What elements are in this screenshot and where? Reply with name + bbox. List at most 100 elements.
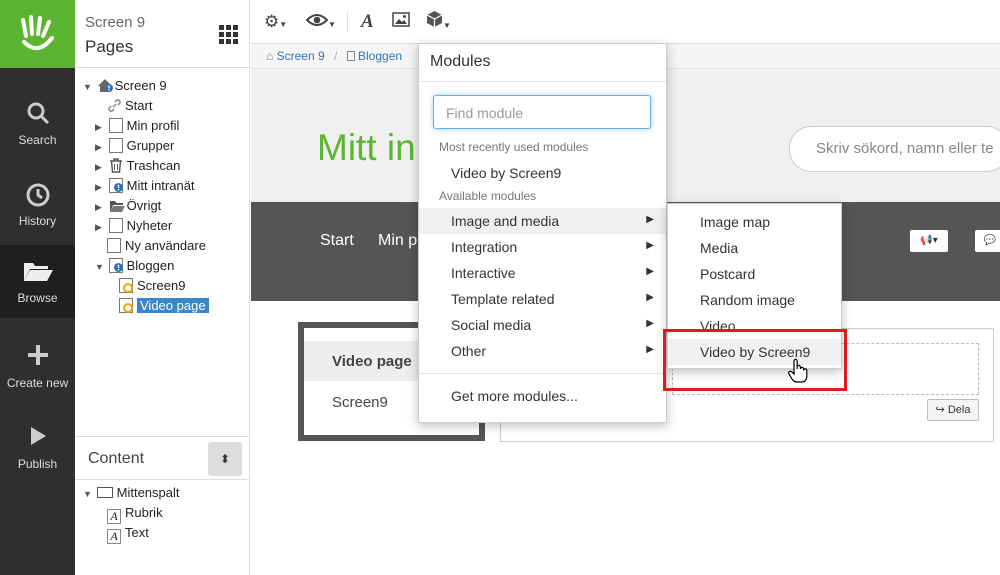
module-category-integration[interactable]: Integration ▶ <box>419 234 666 260</box>
module-category-social-media[interactable]: Social media ▶ <box>419 312 666 338</box>
menu-item-label: Interactive <box>451 265 516 281</box>
view-menu-button[interactable]: ▼ <box>305 10 336 34</box>
folder-open-icon <box>0 259 75 287</box>
nav-browse[interactable]: Browse <box>0 245 75 318</box>
sort-icon: ⬍ <box>219 452 231 466</box>
nav-create-new[interactable]: Create new <box>0 330 75 403</box>
nav-history[interactable]: History <box>0 168 75 241</box>
page-info-icon <box>108 178 123 193</box>
pages-title: Pages <box>85 37 134 56</box>
main-nav: Search History Browse Create new Publish <box>0 0 75 575</box>
content-item-text[interactable]: A Text <box>107 523 149 544</box>
recent-module-item[interactable]: Video by Screen9 <box>419 160 666 186</box>
site-search-input[interactable]: Skriv sökord, namn eller te <box>789 126 1000 172</box>
page-icon <box>346 51 355 61</box>
caret-down-icon[interactable]: ▼ <box>83 484 93 504</box>
caret-down-icon[interactable]: ▼ <box>95 257 105 277</box>
caret-down-icon: ▼ <box>279 20 288 29</box>
tree-item-mitt-intranat[interactable]: ▶ Mitt intranät <box>95 176 195 196</box>
module-category-interactive[interactable]: Interactive ▶ <box>419 260 666 286</box>
play-icon <box>0 425 75 453</box>
tree-item-ovrigt[interactable]: ▶ Övrigt <box>95 196 161 216</box>
page-draft-icon <box>119 278 133 293</box>
site-menu-item-start[interactable]: Start <box>320 232 354 250</box>
tree-item-label: Mitt intranät <box>126 178 195 193</box>
caret-right-icon[interactable]: ▶ <box>95 137 105 157</box>
available-modules-heading: Available modules <box>439 189 537 203</box>
module-random-image[interactable]: Random image <box>668 287 841 313</box>
caret-right-icon[interactable]: ▶ <box>95 117 105 137</box>
tree-item-screen-9[interactable]: ▼ Screen 9 <box>83 76 167 96</box>
link-icon <box>107 98 121 113</box>
tree-item-bloggen[interactable]: ▼ Bloggen <box>95 256 174 276</box>
hand-cursor-icon <box>788 358 808 384</box>
tree-item-start[interactable]: Start <box>107 96 152 116</box>
announcement-button[interactable]: 📢▾ <box>910 230 948 252</box>
caret-right-icon[interactable]: ▶ <box>95 177 105 197</box>
tree-item-trashcan[interactable]: ▶ Trashcan <box>95 156 180 176</box>
module-category-other[interactable]: Other ▶ <box>419 338 666 364</box>
caret-right-icon[interactable]: ▶ <box>95 217 105 237</box>
menu-item-label: Postcard <box>700 266 756 282</box>
tree-item-grupper[interactable]: ▶ Grupper <box>95 136 174 156</box>
tree-item-nyheter[interactable]: ▶ Nyheter <box>95 216 172 236</box>
nav-create-new-label: Create new <box>6 376 69 390</box>
caret-down-icon: ▼ <box>328 20 336 29</box>
tree-item-label: Nyheter <box>126 218 173 233</box>
toolbar-divider <box>347 12 348 32</box>
text-format-icon[interactable]: A <box>361 10 374 34</box>
submenu-arrow-icon: ▶ <box>646 266 654 277</box>
nav-search[interactable]: Search <box>0 87 75 160</box>
module-postcard[interactable]: Postcard <box>668 261 841 287</box>
trash-icon <box>109 158 123 173</box>
breadcrumb-item[interactable]: Screen 9 <box>277 49 325 63</box>
page-info-icon <box>108 258 123 273</box>
modules-menu-button[interactable]: ▼ <box>426 10 451 34</box>
module-media[interactable]: Media <box>668 235 841 261</box>
page-icon <box>108 138 123 153</box>
caret-right-icon[interactable]: ▶ <box>95 157 105 177</box>
tree-item-min-profil[interactable]: ▶ Min profil <box>95 116 179 136</box>
subnav-item[interactable]: Screen9 <box>332 394 388 411</box>
module-category-image-and-media[interactable]: Image and media ▶ <box>419 208 666 234</box>
caret-down-icon[interactable]: ▼ <box>83 77 93 97</box>
nav-history-label: History <box>18 214 57 228</box>
eye-icon <box>305 12 329 31</box>
content-item-label: Rubrik <box>125 505 163 520</box>
site-brand[interactable]: Mitt in <box>317 127 416 169</box>
nav-publish[interactable]: Publish <box>0 411 75 484</box>
breadcrumb-item[interactable]: Bloggen <box>358 49 402 63</box>
logo[interactable] <box>0 0 75 68</box>
site-menu-item-min-profil[interactable]: Min p <box>378 232 417 250</box>
search-icon <box>0 101 75 129</box>
tree-item-label: Ny användare <box>125 238 206 253</box>
home-icon <box>97 78 113 93</box>
content-item-rubrik[interactable]: A Rubrik <box>107 503 163 524</box>
module-category-template-related[interactable]: Template related ▶ <box>419 286 666 312</box>
tree-item-screen9[interactable]: Screen9 <box>119 276 185 296</box>
caret-right-icon[interactable]: ▶ <box>95 197 105 217</box>
settings-menu-button[interactable]: ⚙▼ <box>264 10 287 34</box>
menu-item-label: Social media <box>451 317 532 333</box>
tree-item-video-page[interactable]: Video page <box>119 296 209 316</box>
get-more-modules-link[interactable]: Get more modules... <box>419 383 666 409</box>
site-title: Screen 9 <box>85 14 146 31</box>
find-module-input[interactable]: Find module <box>433 95 651 129</box>
apps-grid-icon[interactable] <box>219 25 238 44</box>
module-image-map[interactable]: Image map <box>668 209 841 235</box>
content-title: Content <box>88 450 145 467</box>
share-button[interactable]: ↪ Dela <box>927 399 979 421</box>
page-draft-icon <box>119 298 133 313</box>
menu-item-label: Media <box>700 240 739 256</box>
plus-icon <box>0 344 75 372</box>
sort-toggle-button[interactable]: ⬍ <box>208 442 242 476</box>
tree-item-ny-anvandare[interactable]: Ny användare <box>107 236 206 256</box>
comment-icon: 💬 <box>983 235 997 246</box>
cube-icon <box>426 11 443 32</box>
folder-icon <box>109 199 125 214</box>
chat-button[interactable]: 💬 <box>975 230 1000 252</box>
content-item-mittenspalt[interactable]: ▼ Mittenspalt <box>83 483 180 503</box>
megaphone-icon: 📢▾ <box>920 235 938 246</box>
image-icon[interactable] <box>392 10 410 34</box>
nav-search-label: Search <box>18 133 57 147</box>
